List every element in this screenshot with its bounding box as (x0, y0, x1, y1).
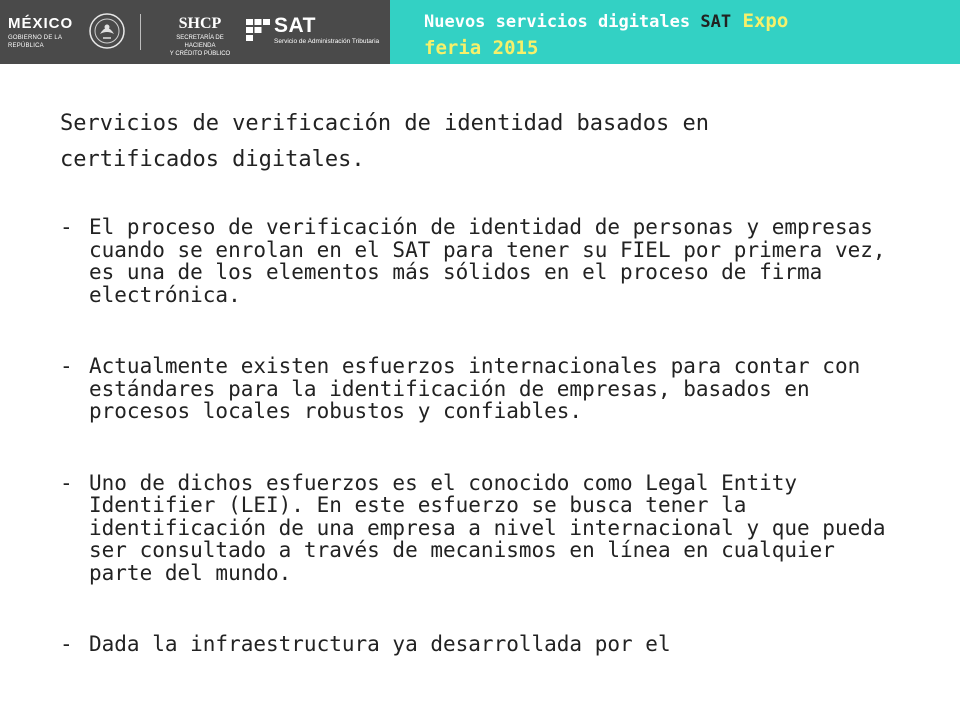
mexico-logo: MÉXICO GOBIERNO DE LA REPÚBLICA (8, 10, 88, 50)
header-banner: MÉXICO GOBIERNO DE LA REPÚBLICA SHCP SEC… (0, 0, 960, 64)
shcp-logo-title: SHCP (178, 15, 222, 32)
logo-divider (140, 14, 141, 50)
sat-logo-title: SAT (274, 14, 316, 37)
sat-logo-subtitle: Servicio de Administración Tributaria (274, 38, 380, 45)
title-part-3: Expo (731, 10, 789, 32)
bullet-item: - Uno de dichos esfuerzos es el conocido… (60, 470, 910, 585)
bullet-marker: - (60, 354, 73, 378)
bullet-item: - Dada la infraestructura ya desarrollad… (60, 633, 910, 656)
title-part-4: feria 2015 (424, 37, 539, 59)
bullet-marker: - (60, 470, 73, 495)
bullet-marker: - (60, 215, 73, 239)
bullet-text: Uno de dichos esfuerzos es el conocido c… (89, 470, 886, 585)
slide: MÉXICO GOBIERNO DE LA REPÚBLICA SHCP SEC… (0, 0, 960, 720)
presentation-title: Nuevos servicios digitales SAT Expo feria… (424, 8, 944, 62)
logo-bar: MÉXICO GOBIERNO DE LA REPÚBLICA SHCP SEC… (0, 0, 390, 64)
mexico-logo-title: MÉXICO (8, 15, 74, 32)
bullet-text: Actualmente existen esfuerzos internacio… (89, 354, 861, 423)
title-part-2: SAT (700, 12, 732, 32)
shcp-logo: SHCP SECRETARÍA DE HACIENDA Y CRÉDITO PÚ… (160, 10, 240, 58)
title-part-1: Nuevos servicios digitales (424, 12, 701, 32)
bullet-text: El proceso de verificación de identidad … (89, 215, 886, 307)
sat-mark-icon (246, 19, 270, 41)
title-bar: Nuevos servicios digitales SAT Expo feria… (390, 0, 960, 64)
bullet-item: - Actualmente existen esfuerzos internac… (60, 355, 910, 423)
bullet-text: Dada la infraestructura ya desarrollada … (89, 632, 671, 656)
shcp-logo-line1: SECRETARÍA DE HACIENDA (176, 35, 224, 49)
shcp-logo-line2: Y CRÉDITO PÚBLICO (169, 51, 231, 57)
mexico-logo-subtitle: GOBIERNO DE LA REPÚBLICA (8, 35, 62, 49)
intro-paragraph: Servicios de verificación de identidad b… (60, 111, 710, 172)
slide-content: Servicios de verificación de identidad b… (60, 106, 910, 705)
national-seal-icon (89, 13, 125, 49)
sat-logo: SAT Servicio de Administración Tributari… (274, 14, 384, 46)
bullet-item: - El proceso de verificación de identida… (60, 216, 910, 306)
bullet-marker: - (60, 632, 73, 656)
